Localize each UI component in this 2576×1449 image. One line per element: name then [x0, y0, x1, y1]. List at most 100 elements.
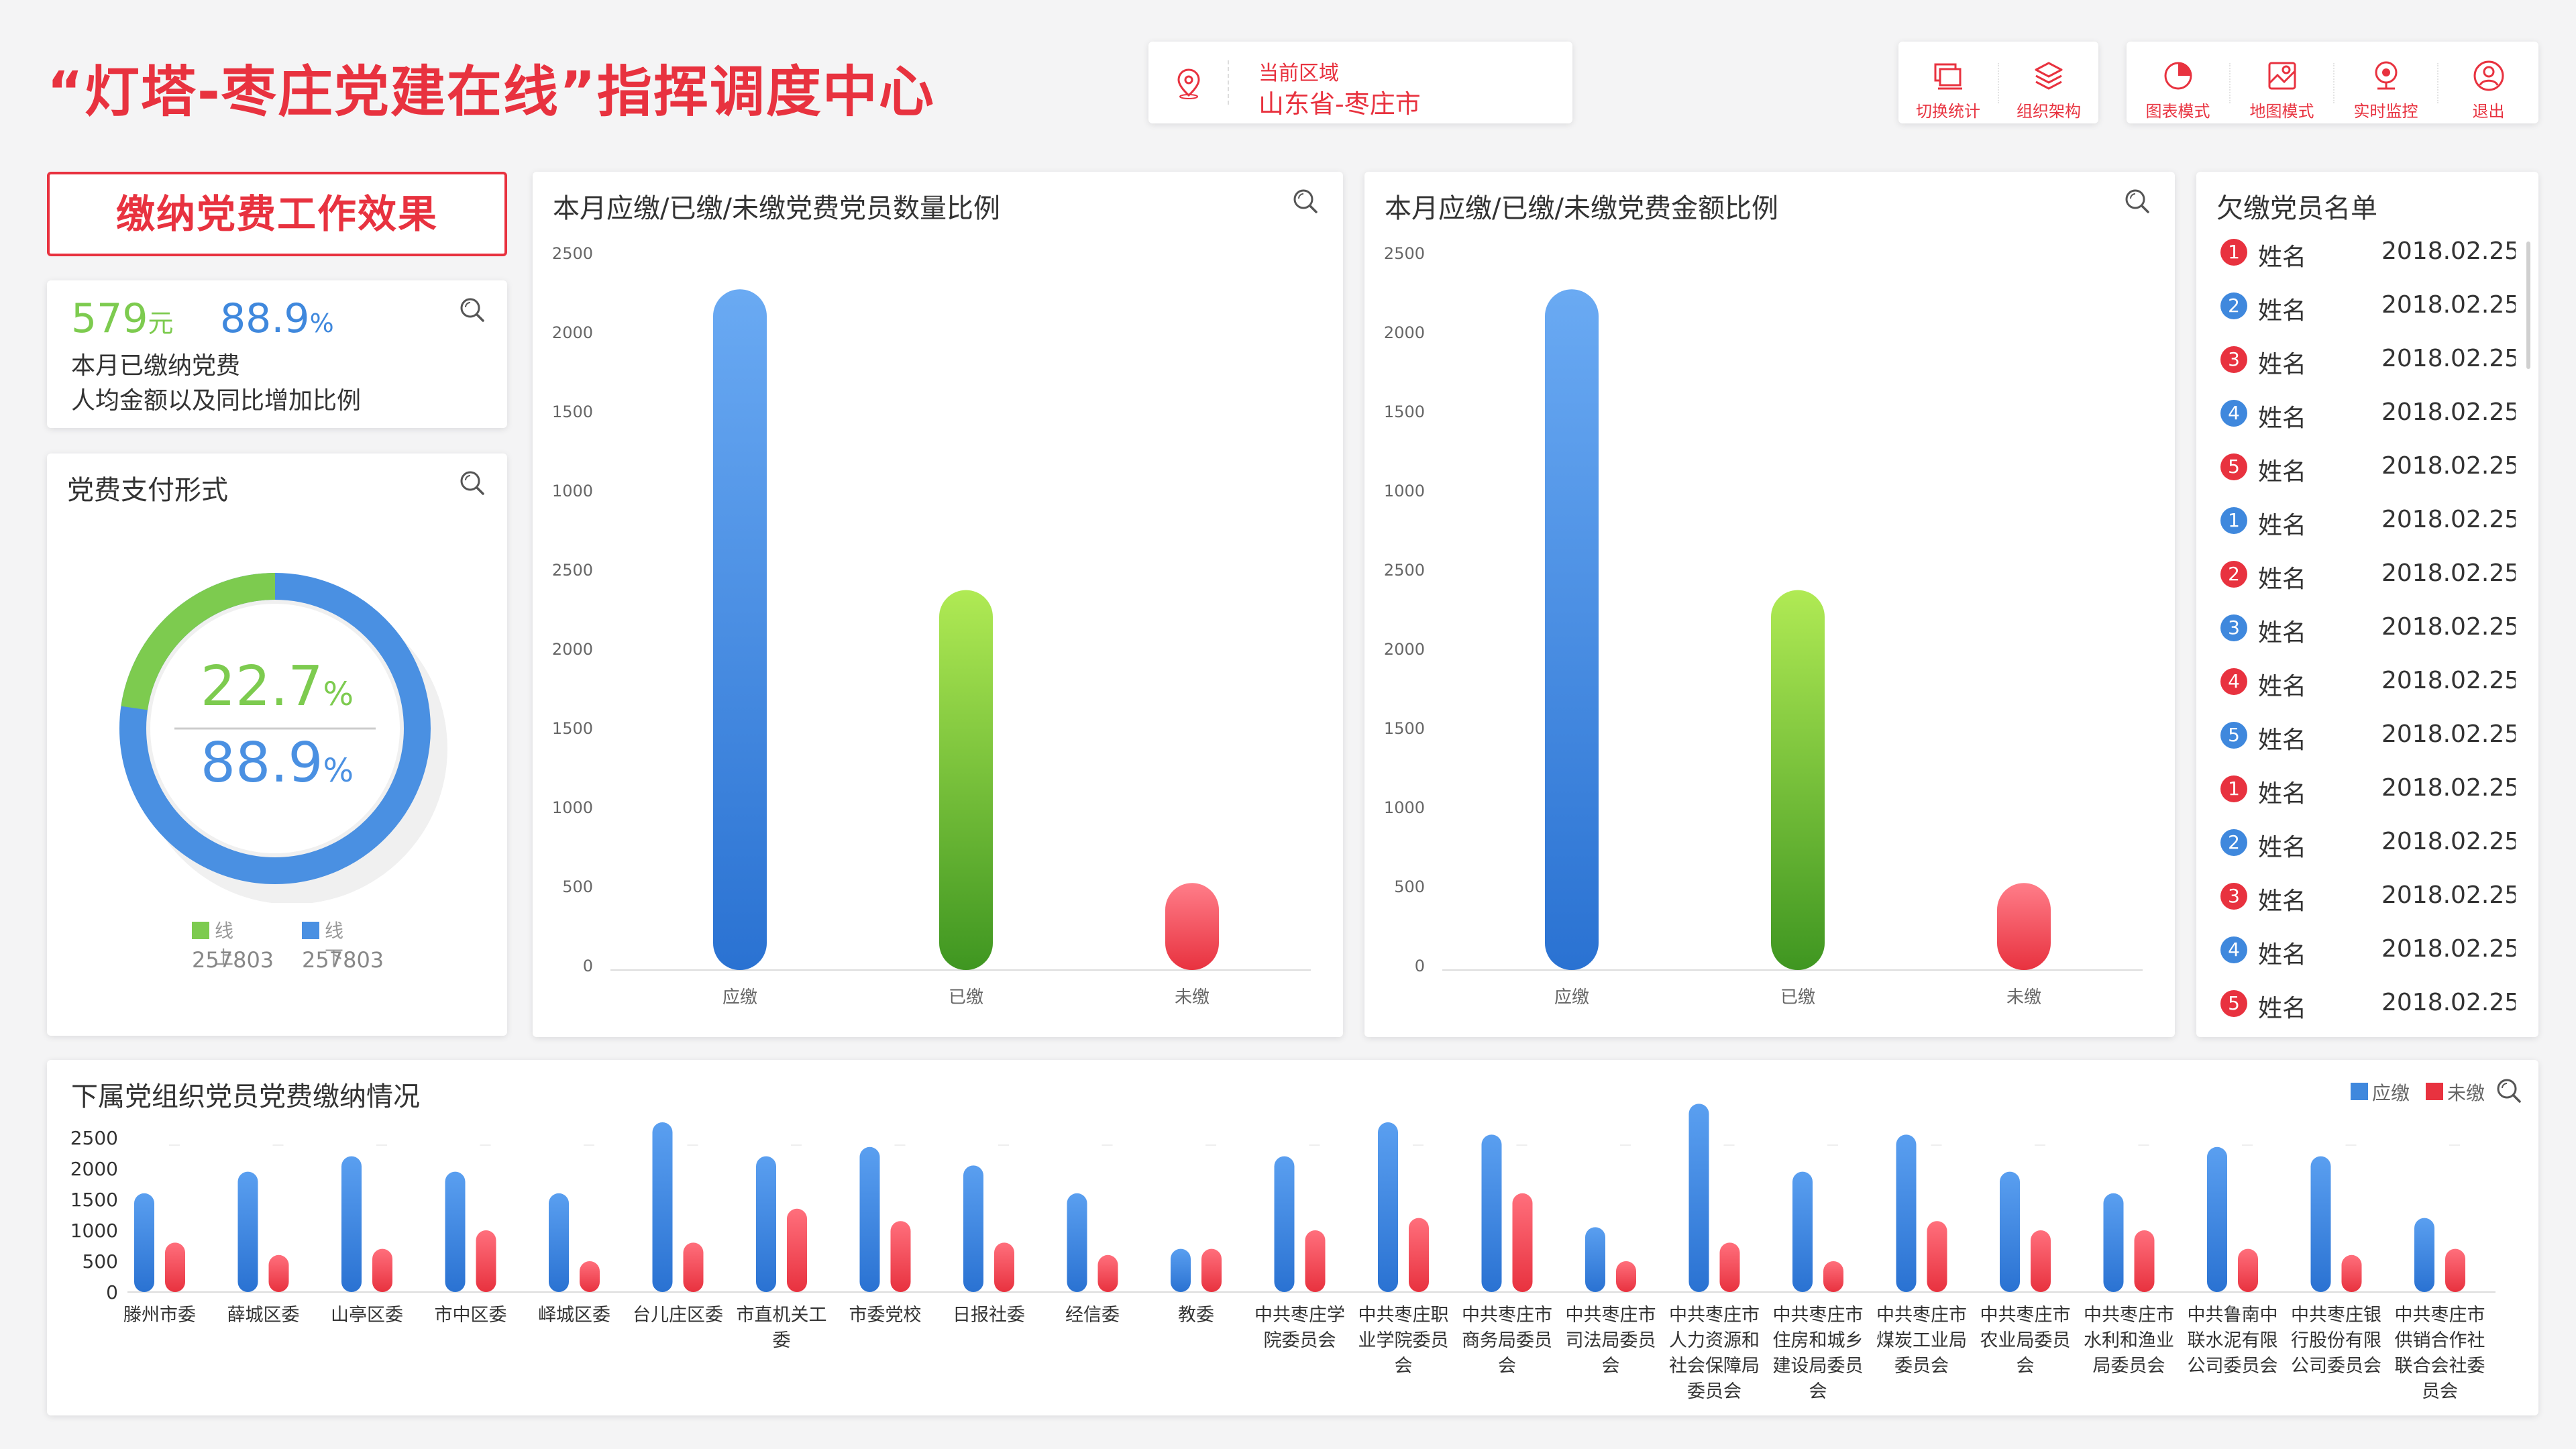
map-mode-button[interactable]: 地图模式 — [2231, 42, 2333, 123]
toolbar-left: 切换统计 组织架构 — [1898, 42, 2098, 123]
list-item[interactable]: 4 姓名 2018.02.25 — [2220, 394, 2516, 435]
effect-desc-line1: 本月已缴纳党费 — [71, 352, 241, 380]
count-chart-plot — [610, 289, 1311, 971]
bottom-x-labels: 滕州市委 薛城区委 山亭区委 市中区委 峄城区委 台儿庄区委 市直机关工委 市委党校 日报社委 经… — [47, 1060, 2538, 1415]
bottom-chart-card: 下属党组织党员党费缴纳情况 应缴 未缴 2500 2000 1500 1000 … — [47, 1060, 2538, 1415]
monitor-label: 实时监控 — [2353, 102, 2418, 121]
list-item[interactable]: 1 姓名 2018.02.25 — [2220, 502, 2516, 542]
map-mode-label: 地图模式 — [2249, 102, 2314, 121]
chart-mode-button[interactable]: 图表模式 — [2127, 42, 2229, 123]
member-date: 2018.02.25 — [2381, 237, 2516, 265]
rank-badge: 1 — [2220, 775, 2247, 802]
offline-percent-unit: % — [323, 752, 354, 790]
monitor-icon — [2375, 61, 2397, 90]
org-structure-button[interactable]: 组织架构 — [1999, 42, 2098, 123]
x-tick: 中共枣庄市 煤炭工业局 委员会 — [1876, 1305, 1967, 1377]
bar-应缴[interactable] — [1545, 289, 1599, 970]
bar-已缴[interactable] — [1771, 590, 1825, 970]
list-item[interactable]: 2 姓名 2018.02.25 — [2220, 555, 2516, 596]
x-tick: 中共枣庄职 业学院委员会 — [1358, 1305, 1449, 1377]
offline-percent: 88.9% — [47, 731, 507, 795]
member-date: 2018.02.25 — [2381, 559, 2516, 587]
x-tick: 峄城区委 — [538, 1305, 610, 1326]
member-name: 姓名 — [2258, 941, 2307, 969]
rank-badge: 4 — [2220, 400, 2247, 427]
list-item[interactable]: 3 姓名 2018.02.25 — [2220, 341, 2516, 381]
x-tick: 应缴 — [1554, 987, 1589, 1008]
member-name: 姓名 — [2258, 566, 2307, 593]
list-item[interactable]: 5 姓名 2018.02.25 — [2220, 448, 2516, 488]
x-tick: 未缴 — [2006, 987, 2041, 1008]
zoom-icon[interactable] — [458, 295, 487, 325]
logout-label: 退出 — [2472, 102, 2505, 121]
x-tick: 中共枣庄银 行股份有限 公司委员会 — [2291, 1305, 2381, 1377]
x-tick: 应缴 — [722, 987, 757, 1008]
x-tick: 山亭区委 — [331, 1305, 403, 1326]
payment-donut — [119, 573, 447, 903]
member-date: 2018.02.25 — [2381, 989, 2516, 1016]
region-value[interactable]: 山东省-枣庄市 — [1258, 83, 1421, 120]
rank-badge: 3 — [2220, 346, 2247, 373]
list-item[interactable]: 3 姓名 2018.02.25 — [2220, 609, 2516, 649]
switch-stats-button[interactable]: 切换统计 — [1898, 42, 1998, 123]
x-tick: 中共枣庄市 司法局委员会 — [1565, 1305, 1656, 1377]
bar-应缴[interactable] — [713, 289, 767, 970]
member-name: 姓名 — [2258, 673, 2307, 700]
member-date: 2018.02.25 — [2381, 881, 2516, 909]
region-selector[interactable]: 当前区域 山东省-枣庄市 — [1148, 42, 1572, 123]
x-tick: 滕州市委 — [123, 1305, 196, 1326]
list-item[interactable]: 3 姓名 2018.02.25 — [2220, 877, 2516, 918]
x-tick: 中共鲁南中 联水泥有限 公司委员会 — [2187, 1305, 2278, 1377]
chart-mode-label: 图表模式 — [2145, 102, 2210, 121]
effect-card: 579元 88.9% 本月已缴纳党费 人均金额以及同比增加比例 — [47, 280, 507, 428]
list-item[interactable]: 5 姓名 2018.02.25 — [2220, 716, 2516, 757]
bar-已缴[interactable] — [939, 590, 993, 970]
logout-icon — [2473, 60, 2504, 91]
monitor-button[interactable]: 实时监控 — [2334, 42, 2437, 123]
list-item[interactable]: 4 姓名 2018.02.25 — [2220, 663, 2516, 703]
rank-badge: 2 — [2220, 561, 2247, 588]
x-tick: 未缴 — [1174, 987, 1210, 1008]
x-tick: 薛城区委 — [227, 1305, 300, 1326]
zoom-icon[interactable] — [458, 468, 487, 498]
effect-ratio-value: 88.9 — [220, 295, 310, 342]
x-tick: 已缴 — [1780, 987, 1815, 1008]
member-name: 姓名 — [2258, 351, 2307, 378]
list-item[interactable]: 4 姓名 2018.02.25 — [2220, 931, 2516, 971]
x-tick: 经信委 — [1065, 1305, 1120, 1326]
x-tick: 中共枣庄市 农业局委员会 — [1980, 1305, 2071, 1377]
member-name: 姓名 — [2258, 780, 2307, 808]
legend-offline-value: 257803 — [302, 947, 384, 973]
location-pin-icon — [1177, 68, 1200, 99]
list-scrollbar[interactable] — [2526, 241, 2530, 369]
list-item[interactable]: 2 姓名 2018.02.25 — [2220, 824, 2516, 864]
list-item[interactable]: 5 姓名 2018.02.25 — [2220, 985, 2516, 1025]
member-date: 2018.02.25 — [2381, 452, 2516, 480]
member-date: 2018.02.25 — [2381, 398, 2516, 426]
bar-未缴[interactable] — [1165, 883, 1219, 970]
member-date: 2018.02.25 — [2381, 828, 2516, 855]
toolbar-right: 图表模式 地图模式 实时监控 退出 — [2127, 42, 2538, 123]
effect-ratio-line: 88.9% — [220, 295, 334, 342]
count-chart-card: 本月应缴/已缴/未缴党费党员数量比例 2500 2000 1500 1000 2… — [533, 172, 1343, 1037]
member-date: 2018.02.25 — [2381, 774, 2516, 802]
legend-offline-swatch — [302, 922, 319, 939]
logout-button[interactable]: 退出 — [2438, 42, 2538, 123]
map-mode-icon — [2268, 62, 2296, 90]
member-name: 姓名 — [2258, 458, 2307, 486]
org-structure-label: 组织架构 — [2017, 102, 2081, 121]
member-name: 姓名 — [2258, 619, 2307, 647]
list-item[interactable]: 2 姓名 2018.02.25 — [2220, 287, 2516, 327]
bar-未缴[interactable] — [1997, 883, 2051, 970]
arrears-card: 欠缴党员名单 1 姓名 2018.02.25 2 姓名 2018.02.25 3 姓名 2018… — [2196, 172, 2538, 1037]
switch-stats-label: 切换统计 — [1916, 102, 1980, 121]
rank-badge: 4 — [2220, 668, 2247, 695]
x-tick: 中共枣庄市 水利和渔业 局委员会 — [2084, 1305, 2174, 1377]
arrears-title: 欠缴党员名单 — [2216, 193, 2377, 224]
list-item[interactable]: 1 姓名 2018.02.25 — [2220, 770, 2516, 810]
member-date: 2018.02.25 — [2381, 667, 2516, 694]
member-name: 姓名 — [2258, 888, 2307, 915]
member-name: 姓名 — [2258, 834, 2307, 861]
x-tick: 中共枣庄市 供销合作社 联合会社委 员会 — [2394, 1305, 2485, 1402]
list-item[interactable]: 1 姓名 2018.02.25 — [2220, 233, 2516, 274]
